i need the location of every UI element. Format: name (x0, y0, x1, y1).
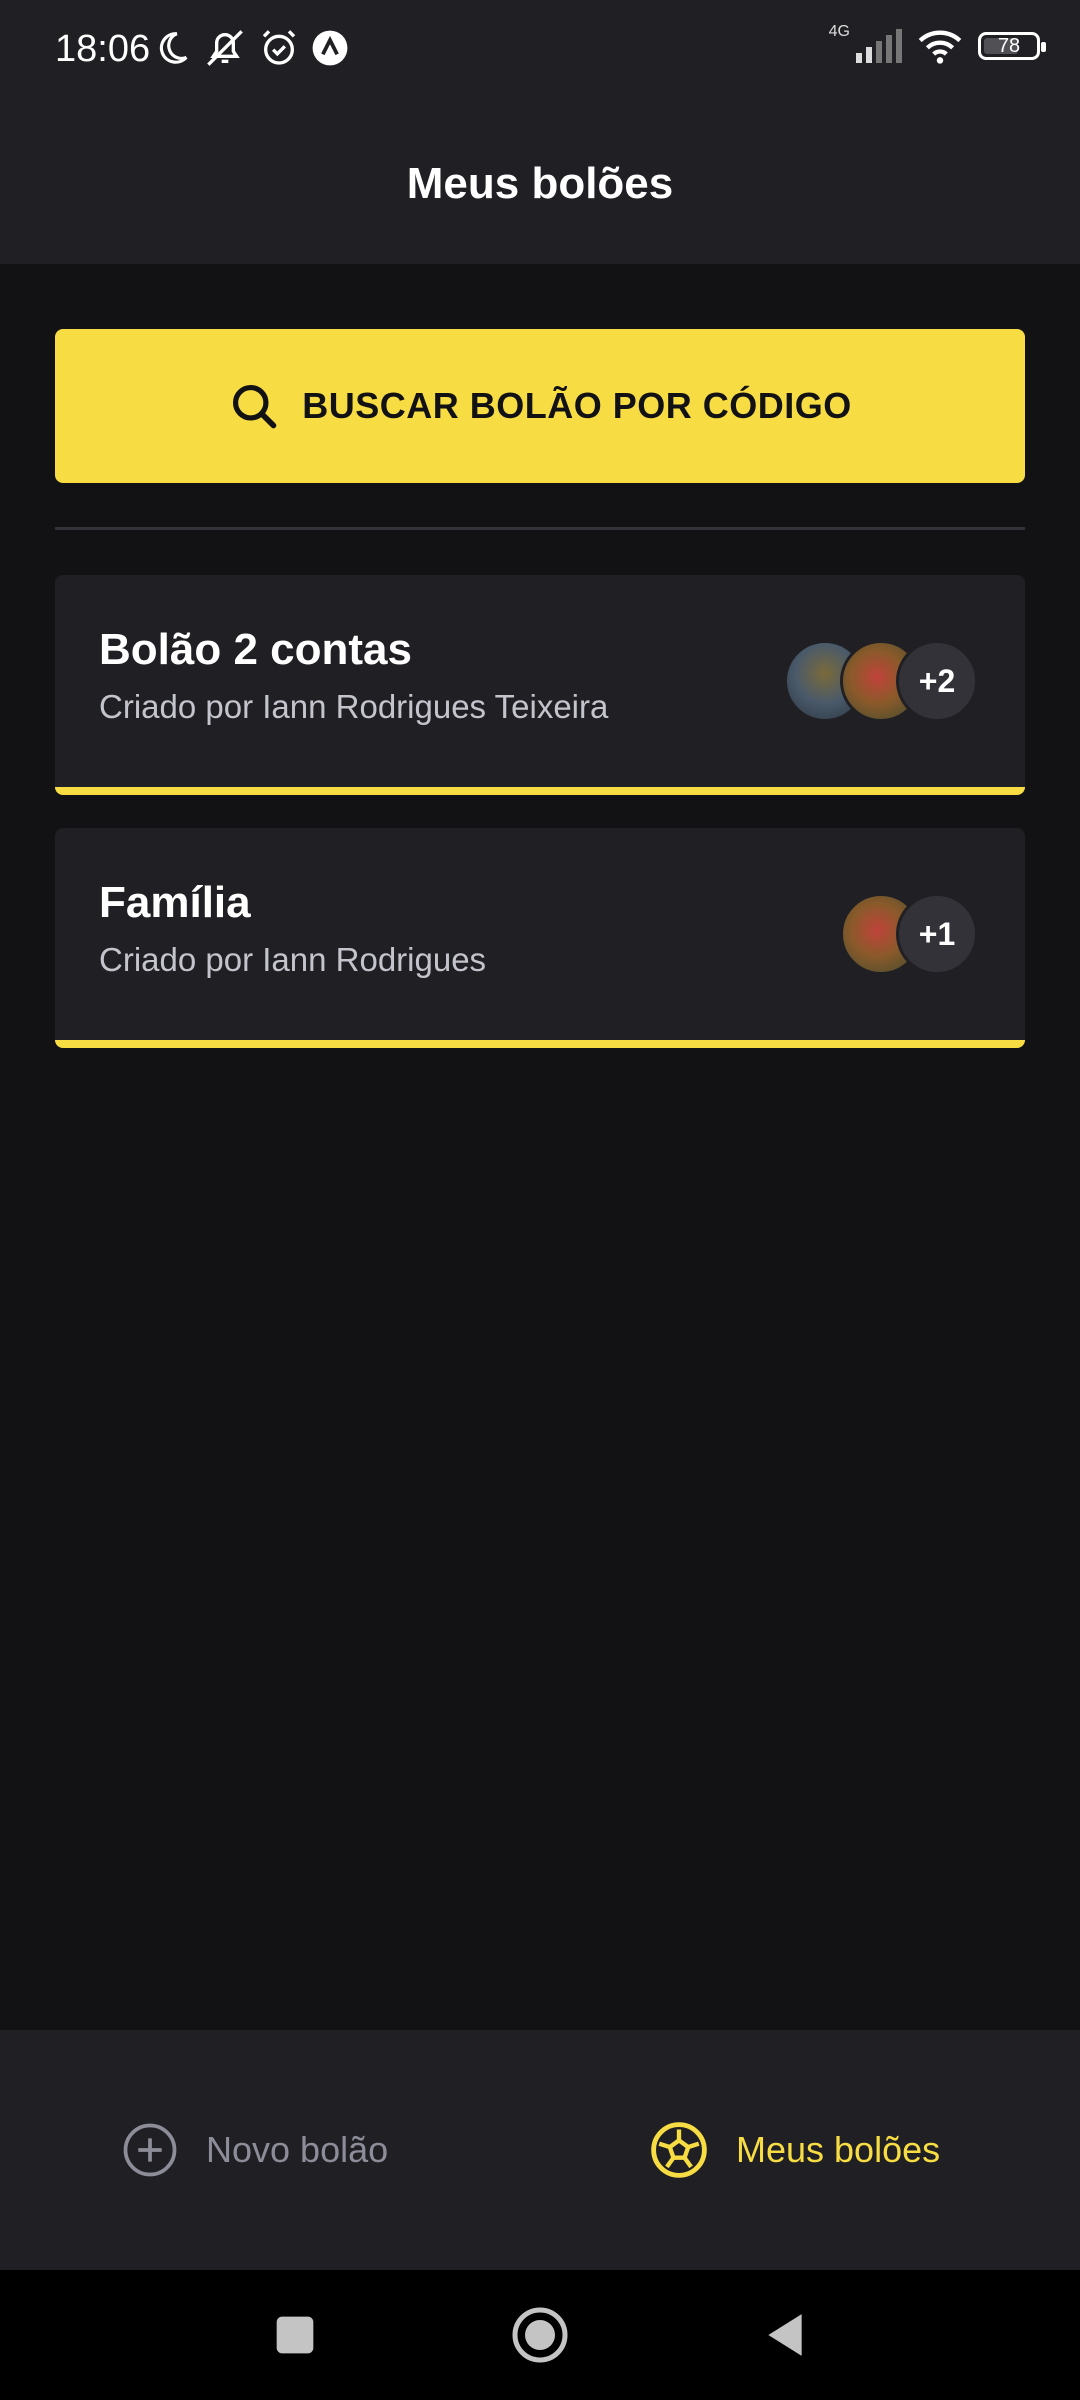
search-icon (233, 384, 277, 429)
app-header: Meus bolões (0, 104, 1080, 264)
status-right-icons: 4G 78 (829, 23, 1046, 64)
tab-my-pools-label: Meus bolões (736, 2129, 941, 2170)
card-accent-bar (55, 1040, 1025, 1048)
extra-participants-badge: +2 (896, 640, 978, 722)
tab-my-pools[interactable]: Meus bolões (650, 2030, 940, 2270)
plus-circle-icon (123, 2123, 177, 2177)
card-accent-bar (55, 787, 1025, 795)
wifi-icon (918, 30, 962, 64)
status-time: 18:06 (55, 28, 151, 70)
battery-icon: 78 (978, 32, 1046, 60)
signal-icon (856, 29, 902, 63)
pool-card[interactable]: Família Criado por Iann Rodrigues +1 (55, 828, 1025, 1048)
battery-level: 78 (997, 34, 1021, 57)
system-navigation-bar (0, 2270, 1080, 2400)
search-button-label: BUSCAR BOLÃO POR CÓDIGO (302, 385, 852, 426)
divider (55, 527, 1025, 530)
participants-avatars: +2 (784, 640, 978, 722)
pool-card[interactable]: Bolão 2 contas Criado por Iann Rodrigues… (55, 575, 1025, 795)
pool-title: Bolão 2 contas (99, 625, 412, 674)
bottom-tab-bar: Novo bolão Meus bolões (0, 2030, 1080, 2270)
alarm-icon (262, 30, 296, 65)
participants-avatars: +1 (840, 893, 978, 975)
pool-owner: Criado por Iann Rodrigues Teixeira (99, 688, 609, 725)
home-circle-icon (512, 2307, 568, 2363)
app-notification-icon (312, 30, 348, 66)
tab-new-pool[interactable]: Novo bolão (122, 2030, 388, 2270)
back-triangle-icon (768, 2314, 802, 2356)
pool-owner: Criado por Iann Rodrigues (99, 941, 487, 978)
network-type: 4G (828, 23, 850, 40)
status-bar: 18:06 4G 78 (0, 0, 1080, 104)
tab-new-pool-label: Novo bolão (206, 2129, 389, 2170)
search-pool-by-code-button[interactable]: BUSCAR BOLÃO POR CÓDIGO (55, 329, 1025, 483)
back-button[interactable] (725, 2270, 845, 2400)
soccer-ball-icon (651, 2122, 707, 2178)
bell-muted-icon (207, 30, 243, 66)
home-button[interactable] (480, 2270, 600, 2400)
page-title: Meus bolões (406, 159, 674, 208)
square-icon (276, 2316, 314, 2354)
pool-title: Família (99, 878, 251, 927)
recent-apps-button[interactable] (235, 2270, 355, 2400)
status-left-icons (153, 28, 349, 68)
moon-icon (159, 32, 188, 64)
extra-participants-badge: +1 (896, 893, 978, 975)
